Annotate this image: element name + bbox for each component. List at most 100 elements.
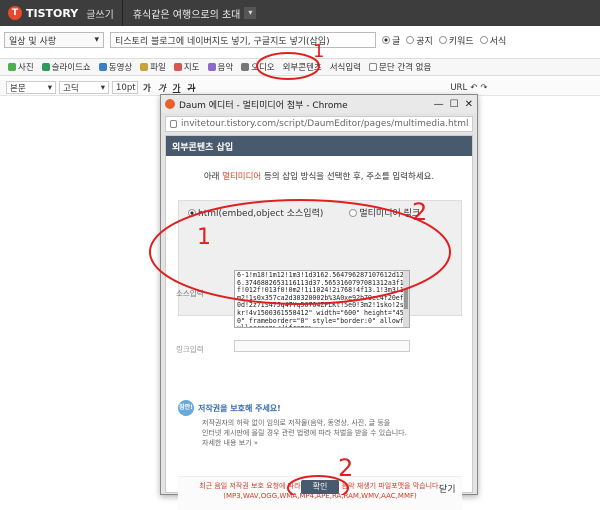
address-bar[interactable]: invitetour.tistory.com/script/DaumEditor… bbox=[165, 116, 473, 132]
toolbar-file[interactable]: 파일 bbox=[138, 61, 168, 73]
source-code-text: 6-1!m18!1m12!1m3!1d3162.564796287107612d… bbox=[237, 271, 404, 327]
undo-icon[interactable]: ↶ bbox=[470, 83, 477, 93]
maximize-icon[interactable]: ☐ bbox=[450, 99, 459, 110]
blog-name: 휴식같은 여행으로의 초대 bbox=[132, 9, 241, 21]
radio-icon bbox=[438, 36, 447, 44]
input-mode-options: html(embed,object 소스입력) 멀티미디어 링크 bbox=[188, 206, 420, 219]
textarea-scrollbar[interactable] bbox=[403, 271, 409, 327]
link-input[interactable] bbox=[234, 340, 410, 352]
font-value: 고딕 bbox=[63, 83, 79, 94]
tistory-logo-icon: T bbox=[8, 6, 22, 20]
option-label: html(embed,object 소스입력) bbox=[198, 209, 324, 219]
category-select[interactable]: 일상 및 사랑 ▾ bbox=[4, 32, 104, 48]
font-select[interactable]: 고딕 ▾ bbox=[59, 81, 109, 94]
visibility-template[interactable]: 서식 bbox=[479, 34, 507, 47]
blog-selector[interactable]: 휴식같은 여행으로의 초대 ▾ bbox=[133, 6, 257, 21]
toolbar-label: 지도 bbox=[183, 63, 200, 73]
radio-icon bbox=[349, 208, 358, 217]
minimize-icon[interactable]: — bbox=[434, 99, 444, 110]
toolbar-label: 문단 간격 없음 bbox=[379, 63, 432, 73]
strikethrough-button[interactable]: 가 bbox=[185, 82, 197, 94]
font-size-value: 10pt bbox=[116, 82, 136, 93]
link-input-label: 링크입력 bbox=[176, 345, 204, 354]
dialog-titlebar: Daum 에디터 - 멀티미디어 첨부 - Chrome — ☐ ✕ bbox=[161, 95, 477, 113]
toolbar-template-input[interactable]: 서식입력 bbox=[328, 61, 363, 73]
video-icon bbox=[98, 63, 107, 71]
file-icon bbox=[140, 63, 149, 71]
font-size-select[interactable]: 10pt bbox=[112, 81, 138, 94]
audio-icon bbox=[241, 63, 250, 71]
option-media-link[interactable]: 멀티미디어 링크 bbox=[349, 206, 420, 219]
toolbar-label: 서식입력 bbox=[329, 63, 361, 73]
url-text: invitetour.tistory.com/script/DaumEditor… bbox=[181, 119, 469, 129]
write-label: 글쓰기 bbox=[86, 9, 114, 21]
instruction-suffix: 등의 삽입 방식을 선택한 후, 주소를 입력하세요. bbox=[261, 172, 435, 182]
copyright-warning: 잠깐! 저작권을 보호해 주세요! bbox=[178, 400, 281, 416]
redo-icon[interactable]: ↷ bbox=[480, 83, 487, 93]
instruction-highlight: 멀티미디어 bbox=[222, 172, 262, 182]
daum-icon bbox=[165, 99, 175, 109]
multimedia-dialog: Daum 에디터 - 멀티미디어 첨부 - Chrome — ☐ ✕ invit… bbox=[160, 94, 478, 510]
chevron-down-icon: ▾ bbox=[47, 82, 52, 93]
toolbar-label: 음악 bbox=[217, 63, 234, 73]
source-code-textarea[interactable]: 6-1!m18!1m12!1m3!1d3162.564796287107612d… bbox=[234, 270, 410, 328]
radio-label: 공지 bbox=[416, 36, 433, 47]
desc-line: 저작권자의 허락 없이 임의로 저작물(음악, 동영상, 사진, 글 등을 bbox=[202, 419, 391, 427]
source-input-label: 소스입력 bbox=[176, 289, 204, 298]
radio-label: 서식 bbox=[489, 36, 507, 47]
paragraph-style-select[interactable]: 본문 ▾ bbox=[6, 81, 56, 94]
toolbar-no-paragraph-spacing[interactable]: 문단 간격 없음 bbox=[367, 61, 433, 73]
visibility-notice[interactable]: 공지 bbox=[406, 34, 433, 47]
tistory-logo[interactable]: T TISTORY 글쓰기 bbox=[0, 0, 123, 26]
copyright-description: 저작권자의 허락 없이 임의로 저작물(음악, 동영상, 사진, 글 등을 인터… bbox=[202, 418, 452, 448]
toolbar-video[interactable]: 동영상 bbox=[97, 61, 134, 73]
title-input[interactable]: 티스토리 블로그에 네이버지도 넣기, 구글지도 넣기(삽입) bbox=[110, 32, 376, 48]
toolbar-music[interactable]: 음악 bbox=[206, 61, 236, 73]
instruction-text: 아래 멀티미디어 등의 삽입 방식을 선택한 후, 주소를 입력하세요. bbox=[166, 170, 472, 182]
italic-button[interactable]: 가 bbox=[156, 82, 168, 94]
toolbar-map[interactable]: 지도 bbox=[172, 61, 202, 73]
paragraph-style-value: 본문 bbox=[10, 83, 26, 94]
visibility-keyword[interactable]: 키워드 bbox=[438, 34, 474, 47]
radio-icon bbox=[188, 208, 196, 217]
toolbar-label: 오디오 bbox=[251, 63, 275, 73]
url-button[interactable]: URL bbox=[450, 83, 467, 93]
chevron-down-icon: ▾ bbox=[94, 35, 99, 45]
instruction-prefix: 아래 bbox=[203, 172, 223, 182]
dialog-content: 외부콘텐츠 삽입 아래 멀티미디어 등의 삽입 방식을 선택한 후, 주소를 입… bbox=[165, 135, 473, 510]
lock-icon bbox=[170, 120, 177, 128]
close-icon[interactable]: ✕ bbox=[465, 99, 473, 110]
radio-icon bbox=[479, 36, 488, 44]
category-value: 일상 및 사랑 bbox=[9, 36, 57, 47]
warning-title: 저작권을 보호해 주세요! bbox=[198, 403, 281, 413]
toolbar-photo[interactable]: 사진 bbox=[6, 61, 36, 73]
music-icon bbox=[207, 63, 216, 71]
radio-label: 키워드 bbox=[448, 36, 474, 47]
radio-label: 글 bbox=[392, 36, 401, 47]
chevron-down-icon: ▾ bbox=[100, 82, 105, 93]
option-label: 멀티미디어 링크 bbox=[359, 209, 421, 219]
brand-name: TISTORY bbox=[26, 6, 79, 20]
toolbar-label: 사진 bbox=[18, 63, 34, 73]
visibility-post[interactable]: 글 bbox=[382, 34, 400, 47]
underline-button[interactable]: 가 bbox=[171, 82, 183, 94]
dialog-header: 외부콘텐츠 삽입 bbox=[166, 136, 472, 156]
radio-icon bbox=[382, 36, 390, 44]
toolbar-label: 동영상 bbox=[108, 63, 133, 73]
close-button[interactable]: 닫기 bbox=[439, 482, 456, 495]
slideshow-icon bbox=[41, 63, 50, 71]
option-html-source[interactable]: html(embed,object 소스입력) bbox=[188, 206, 323, 219]
confirm-button[interactable]: 확인 bbox=[301, 480, 339, 494]
map-icon bbox=[173, 63, 182, 71]
toolbar-label: 파일 bbox=[150, 63, 166, 73]
more-details-link[interactable]: 자세한 내용 보기 » bbox=[202, 438, 452, 448]
checkbox-icon bbox=[369, 63, 377, 71]
bold-button[interactable]: 가 bbox=[141, 82, 153, 94]
post-meta-row: 일상 및 사랑 ▾ 티스토리 블로그에 네이버지도 넣기, 구글지도 넣기(삽입… bbox=[0, 30, 600, 50]
dialog-window-title: Daum 에디터 - 멀티미디어 첨부 - Chrome bbox=[179, 100, 348, 111]
toolbar-slideshow[interactable]: 슬라이드쇼 bbox=[40, 61, 93, 73]
toolbar-audio[interactable]: 오디오 bbox=[239, 61, 276, 73]
toolbar-external-content[interactable]: 외부콘텐츠 bbox=[281, 61, 324, 73]
warning-badge: 잠깐! bbox=[178, 400, 194, 416]
photo-icon bbox=[8, 63, 16, 71]
